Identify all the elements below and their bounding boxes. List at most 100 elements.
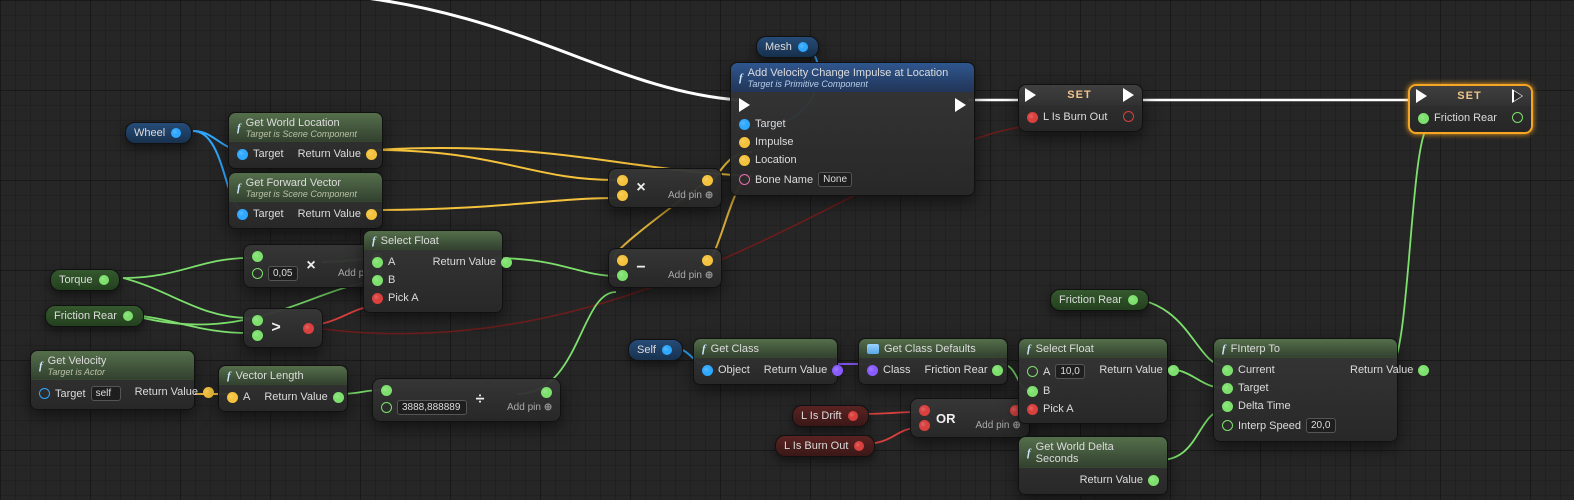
- pin-target[interactable]: Targetself: [39, 386, 121, 401]
- pin-out-float[interactable]: [123, 311, 133, 321]
- pin-exec-in[interactable]: [1025, 88, 1036, 102]
- node-set-friction-rear[interactable]: SET Friction Rear: [1408, 84, 1533, 134]
- add-pin-button[interactable]: Add pin⊕: [507, 402, 552, 413]
- pin-exec-out[interactable]: [1512, 89, 1523, 103]
- variable-get-friction-rear[interactable]: Friction Rear: [45, 305, 144, 327]
- variable-get-l-is-drift[interactable]: L Is Drift: [792, 405, 869, 427]
- pin-exec-out[interactable]: [955, 98, 966, 112]
- literal-input[interactable]: 10,0: [1055, 364, 1085, 379]
- node-header[interactable]: f Vector Length: [219, 366, 347, 385]
- node-multiply-vector[interactable]: × Add pin⊕: [608, 168, 722, 208]
- pin-in-b[interactable]: 0,05: [252, 266, 298, 281]
- pin-in-a[interactable]: [252, 251, 263, 262]
- node-header[interactable]: f Get World Location Target is Scene Com…: [229, 113, 382, 142]
- pin-a[interactable]: A: [372, 256, 395, 268]
- node-vector-length[interactable]: f Vector Length A Return Value: [218, 365, 348, 412]
- node-header[interactable]: Get Class Defaults: [859, 339, 1007, 358]
- node-set-burnout[interactable]: SET L Is Burn Out: [1018, 84, 1143, 132]
- pin-exec-out[interactable]: [1123, 88, 1134, 102]
- literal-input[interactable]: 0,05: [268, 266, 298, 281]
- pin-interp-speed[interactable]: Interp Speed20,0: [1222, 418, 1336, 433]
- node-header[interactable]: f Select Float: [1019, 339, 1167, 358]
- literal-input[interactable]: 3888,888889: [397, 400, 467, 415]
- node-get-class[interactable]: f Get Class Object Return Value: [693, 338, 838, 385]
- pin-in-b[interactable]: 3888,888889: [381, 400, 467, 415]
- pin-b[interactable]: B: [1027, 385, 1050, 397]
- pin-impulse[interactable]: Impulse: [739, 136, 794, 148]
- pin-out-obj[interactable]: [171, 128, 181, 138]
- pin-out-float[interactable]: [99, 275, 109, 285]
- pin-in-b[interactable]: [919, 420, 930, 431]
- add-pin-button[interactable]: Add pin⊕: [668, 190, 713, 201]
- pin-target[interactable]: Target: [237, 208, 284, 220]
- node-add-velocity-change-impulse[interactable]: f Add Velocity Change Impulse at Locatio…: [730, 62, 975, 196]
- pin-exec-in[interactable]: [1416, 89, 1427, 103]
- pin-out[interactable]: [702, 175, 713, 186]
- variable-get-wheel[interactable]: Wheel: [125, 122, 192, 144]
- node-header[interactable]: f Get World Delta Seconds: [1019, 437, 1167, 468]
- pin-exec-in[interactable]: [739, 98, 750, 112]
- pin-out-obj[interactable]: [662, 345, 672, 355]
- pin-return-value[interactable]: Return Value: [1350, 364, 1429, 376]
- node-get-forward-vector[interactable]: f Get Forward Vector Target is Scene Com…: [228, 172, 383, 229]
- pin-target[interactable]: Target: [739, 118, 786, 130]
- pin-pick-a[interactable]: Pick A: [372, 292, 419, 304]
- pin-out[interactable]: [541, 387, 552, 398]
- pin-in-bot[interactable]: [617, 270, 628, 281]
- node-subtract-vector[interactable]: − Add pin⊕: [608, 248, 722, 288]
- pin-return-value[interactable]: Return Value: [764, 364, 843, 376]
- pin-in-a[interactable]: [919, 405, 930, 416]
- node-select-float-1[interactable]: f Select Float A B Pick A Return Value: [363, 230, 503, 313]
- pin-in-a[interactable]: [381, 385, 392, 396]
- pin-in-b[interactable]: [252, 330, 263, 341]
- node-header[interactable]: f Get Forward Vector Target is Scene Com…: [229, 173, 382, 202]
- pin-return-value[interactable]: Return Value: [264, 391, 343, 403]
- pin-in-bot[interactable]: [617, 190, 628, 201]
- node-header[interactable]: f Add Velocity Change Impulse at Locatio…: [731, 63, 974, 92]
- pin-out-bool[interactable]: [848, 411, 858, 421]
- variable-get-torque[interactable]: Torque: [50, 269, 120, 291]
- pin-class[interactable]: Class: [867, 364, 911, 376]
- pin-bone-name[interactable]: Bone NameNone: [739, 172, 852, 187]
- node-finterp-to[interactable]: f FInterp To Current Target Delta Time I…: [1213, 338, 1398, 442]
- pin-object[interactable]: Object: [702, 364, 750, 376]
- variable-get-l-is-burn-out[interactable]: L Is Burn Out: [775, 435, 875, 457]
- node-divide-float[interactable]: 3888,888889 ÷ Add pin⊕: [372, 378, 561, 422]
- pin-b[interactable]: B: [372, 274, 395, 286]
- pin-in-target[interactable]: Target: [1222, 382, 1269, 394]
- pin-value-out[interactable]: [1123, 111, 1134, 122]
- pin-current[interactable]: Current: [1222, 364, 1275, 376]
- pin-return-value[interactable]: Return Value: [1080, 474, 1159, 486]
- node-get-class-defaults[interactable]: Get Class Defaults Class Friction Rear: [858, 338, 1008, 385]
- pin-in-top[interactable]: [617, 175, 628, 186]
- bone-name-input[interactable]: None: [818, 172, 852, 187]
- add-pin-button[interactable]: Add pin⊕: [668, 270, 713, 281]
- pin-value-in[interactable]: L Is Burn Out: [1027, 111, 1107, 123]
- node-boolean-or[interactable]: OR Add pin⊕: [910, 398, 1030, 438]
- node-header[interactable]: f Get Velocity Target is Actor: [31, 351, 194, 380]
- pin-value-out[interactable]: [1512, 112, 1523, 123]
- variable-get-self[interactable]: Self: [628, 339, 683, 361]
- pin-out-float[interactable]: [1128, 295, 1138, 305]
- pin-delta-time[interactable]: Delta Time: [1222, 400, 1291, 412]
- variable-get-mesh[interactable]: Mesh: [756, 36, 819, 58]
- pin-pick-a[interactable]: Pick A: [1027, 403, 1074, 415]
- pin-a[interactable]: A10,0: [1027, 364, 1085, 379]
- pin-friction-rear-out[interactable]: Friction Rear: [925, 364, 1004, 376]
- pin-out[interactable]: [702, 255, 713, 266]
- pin-return-value[interactable]: Return Value: [298, 208, 377, 220]
- pin-in-a[interactable]: [252, 315, 263, 326]
- pin-a[interactable]: A: [227, 391, 250, 403]
- self-box[interactable]: self: [91, 386, 121, 401]
- node-header[interactable]: f Select Float: [364, 231, 502, 250]
- node-greater-than[interactable]: >: [243, 308, 323, 348]
- literal-input[interactable]: 20,0: [1306, 418, 1336, 433]
- pin-out-obj[interactable]: [798, 42, 808, 52]
- pin-return-value[interactable]: Return Value: [135, 386, 214, 398]
- add-pin-button[interactable]: Add pin⊕: [976, 420, 1021, 431]
- pin-value-in[interactable]: Friction Rear: [1418, 112, 1497, 124]
- node-get-world-delta-seconds[interactable]: f Get World Delta Seconds Return Value: [1018, 436, 1168, 495]
- pin-return-value[interactable]: Return Value: [1099, 364, 1178, 376]
- pin-out-bool[interactable]: [303, 323, 314, 334]
- variable-get-friction-rear-2[interactable]: Friction Rear: [1050, 289, 1149, 311]
